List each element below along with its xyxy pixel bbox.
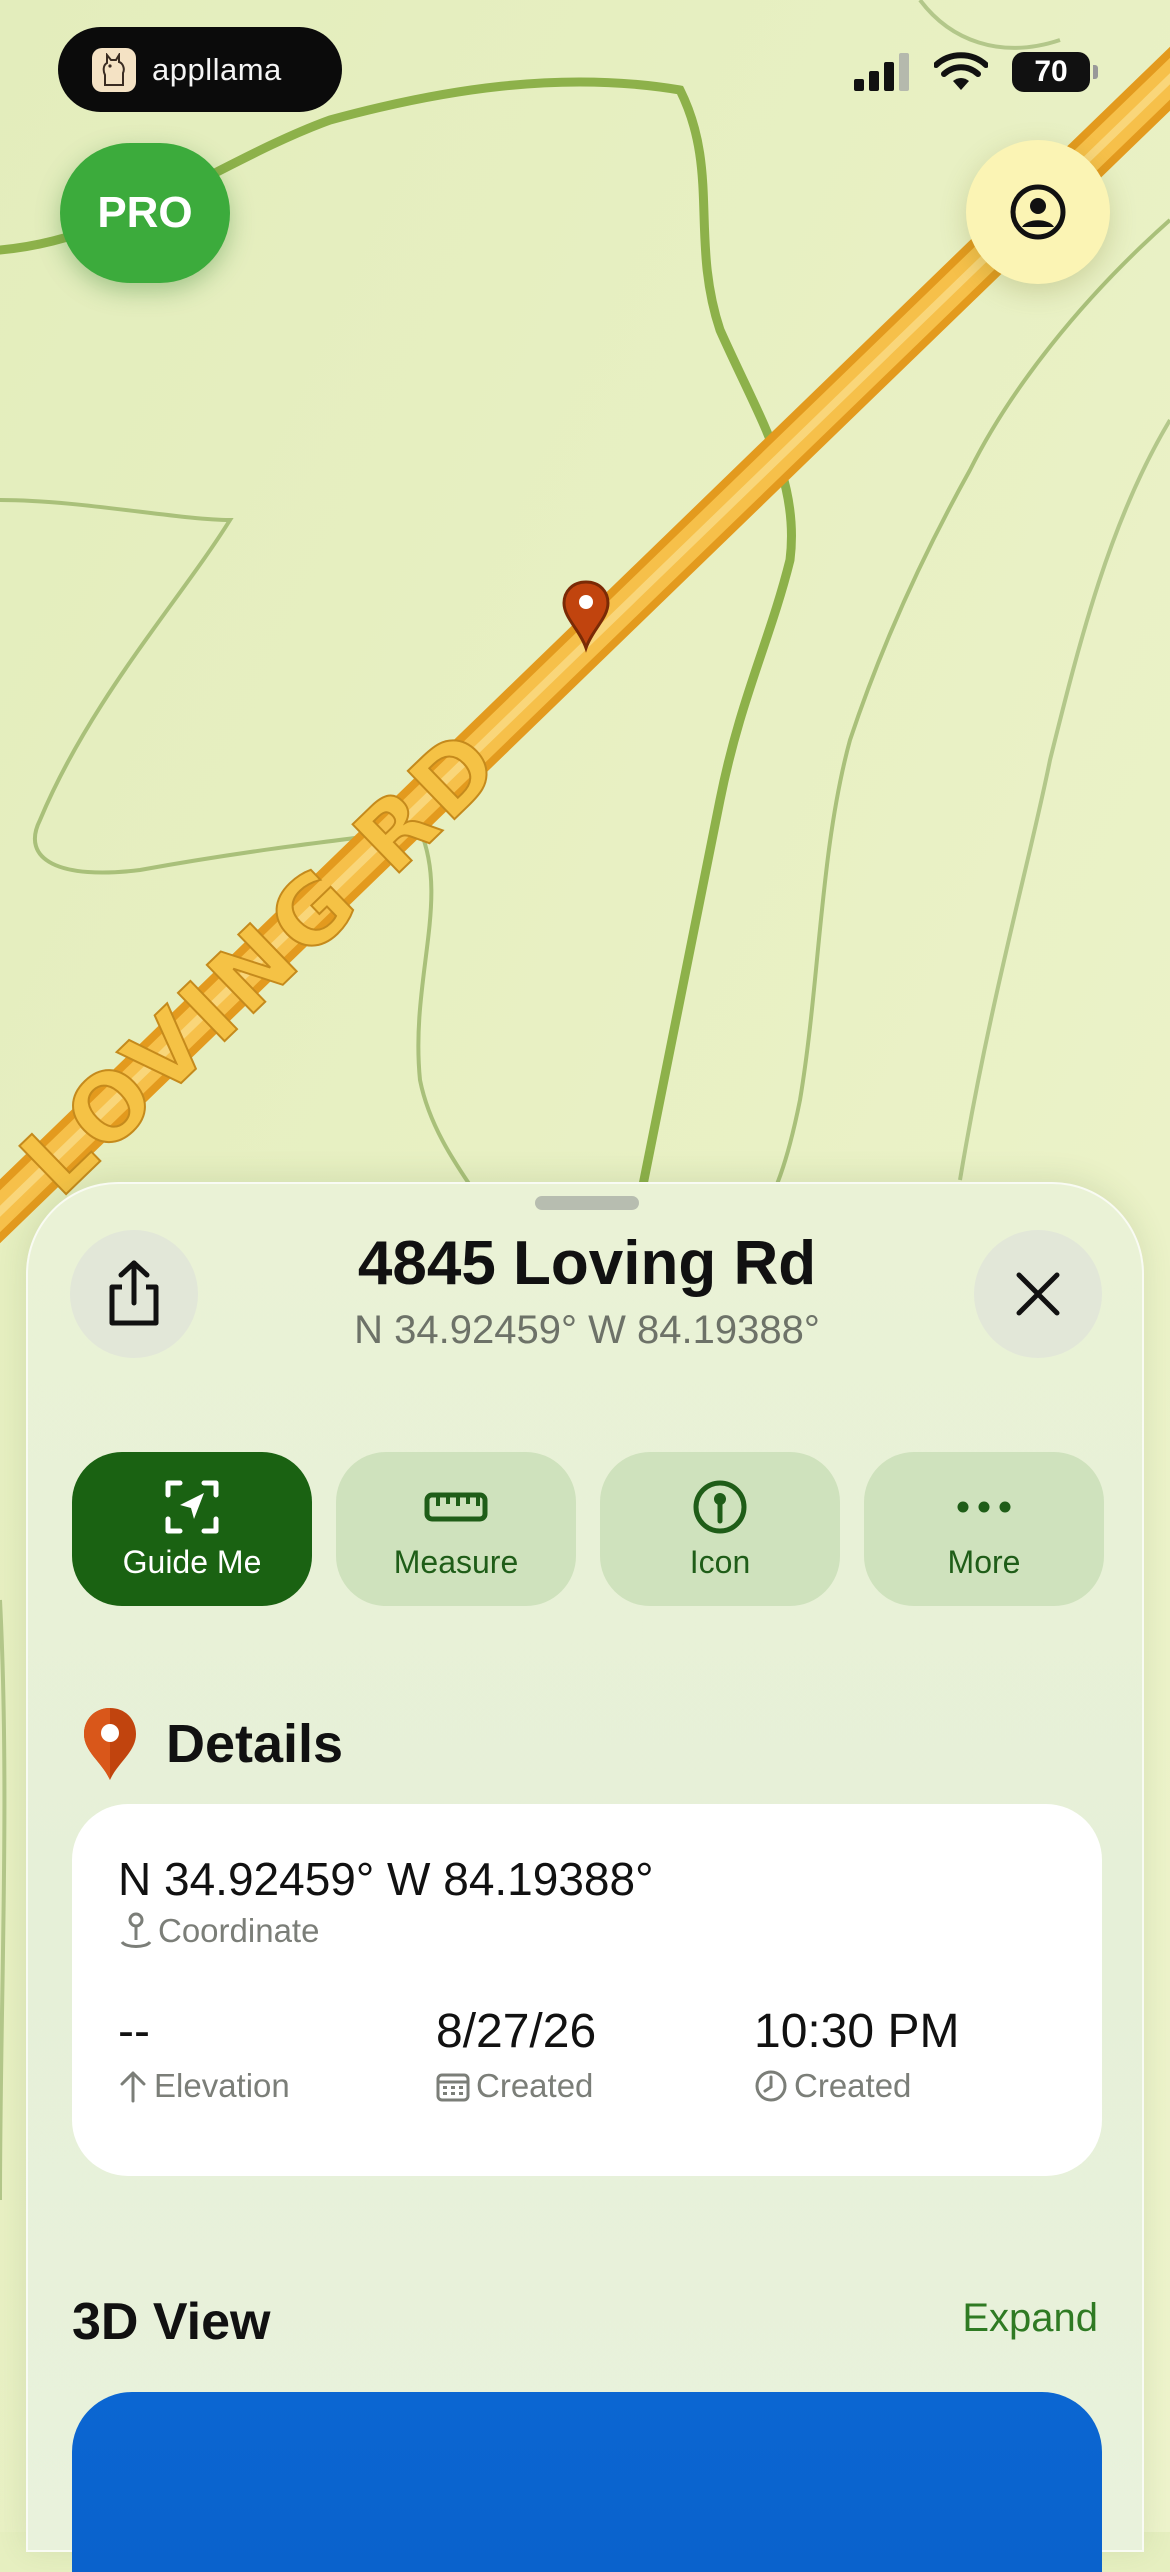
created-time-label: Created xyxy=(794,2067,912,2104)
app-brand-name: appllama xyxy=(152,51,282,87)
guide-arrow-icon xyxy=(165,1480,219,1533)
created-time-value: 10:30 PM xyxy=(754,2005,960,2058)
icon-button[interactable]: Icon xyxy=(600,1452,840,1606)
ruler-icon xyxy=(424,1492,488,1521)
pro-button[interactable]: PRO xyxy=(60,143,230,283)
created-date-label: Created xyxy=(476,2067,594,2104)
sheet-grabber[interactable] xyxy=(535,1196,639,1210)
clock-icon xyxy=(755,2070,787,2102)
more-button[interactable]: More xyxy=(864,1452,1104,1606)
arrow-up-icon xyxy=(120,2071,146,2103)
coordinate-label: Coordinate xyxy=(158,1912,320,1949)
battery-indicator: 70 xyxy=(1012,52,1098,92)
more-label: More xyxy=(947,1543,1021,1580)
guide-me-label: Guide Me xyxy=(122,1543,262,1580)
elevation-value: -- xyxy=(118,2005,150,2058)
elevation-stat: -- Elevation xyxy=(118,2004,290,2105)
llama-logo-icon xyxy=(92,47,136,92)
coordinate-label-row: Coordinate xyxy=(118,1912,319,1950)
location-pin-icon xyxy=(84,1708,136,1780)
created-date-stat: 8/27/26 Created xyxy=(436,2004,596,2105)
measure-label: Measure xyxy=(393,1543,519,1580)
coordinate-pin-icon xyxy=(120,1912,152,1948)
created-date-label-row: Created xyxy=(436,2067,596,2105)
pro-label: PRO xyxy=(97,188,193,237)
created-time-stat: 10:30 PM Created xyxy=(754,2004,959,2105)
details-card: N 34.92459° W 84.19388° Coordinate -- El… xyxy=(72,1804,1102,2176)
created-date-value: 8/27/26 xyxy=(436,2005,597,2058)
place-detail-sheet: 4845 Loving Rd N 34.92459° W 84.19388° G… xyxy=(26,1182,1144,2572)
3d-view-preview[interactable] xyxy=(72,2392,1102,2572)
created-time-label-row: Created xyxy=(754,2067,959,2105)
signal-icon xyxy=(854,53,909,91)
guide-me-button[interactable]: Guide Me xyxy=(72,1452,312,1606)
app-banner: appllama xyxy=(58,27,342,112)
3d-view-title: 3D View xyxy=(72,2293,271,2351)
measure-button[interactable]: Measure xyxy=(336,1452,576,1606)
action-row: Guide Me Measure Icon More xyxy=(72,1452,1104,1606)
ellipsis-icon xyxy=(957,1501,1011,1512)
place-coordinates: N 34.92459° W 84.19388° xyxy=(354,1308,820,1352)
calendar-icon xyxy=(436,2073,470,2102)
battery-level: 70 xyxy=(1034,55,1068,88)
elevation-label-row: Elevation xyxy=(118,2067,290,2105)
wifi-icon xyxy=(934,52,988,90)
coordinate-value[interactable]: N 34.92459° W 84.19388° xyxy=(118,1852,654,1906)
place-title: 4845 Loving Rd xyxy=(357,1229,817,1298)
icon-label: Icon xyxy=(689,1543,751,1580)
details-title: Details xyxy=(166,1714,344,1774)
expand-button[interactable]: Expand xyxy=(962,2296,1098,2341)
profile-icon xyxy=(1010,184,1066,240)
pin-circle-icon xyxy=(693,1480,747,1533)
elevation-label: Elevation xyxy=(154,2067,290,2104)
details-header: Details xyxy=(82,1706,343,1782)
status-indicators: 70 xyxy=(854,52,1098,92)
profile-button[interactable] xyxy=(966,140,1110,284)
